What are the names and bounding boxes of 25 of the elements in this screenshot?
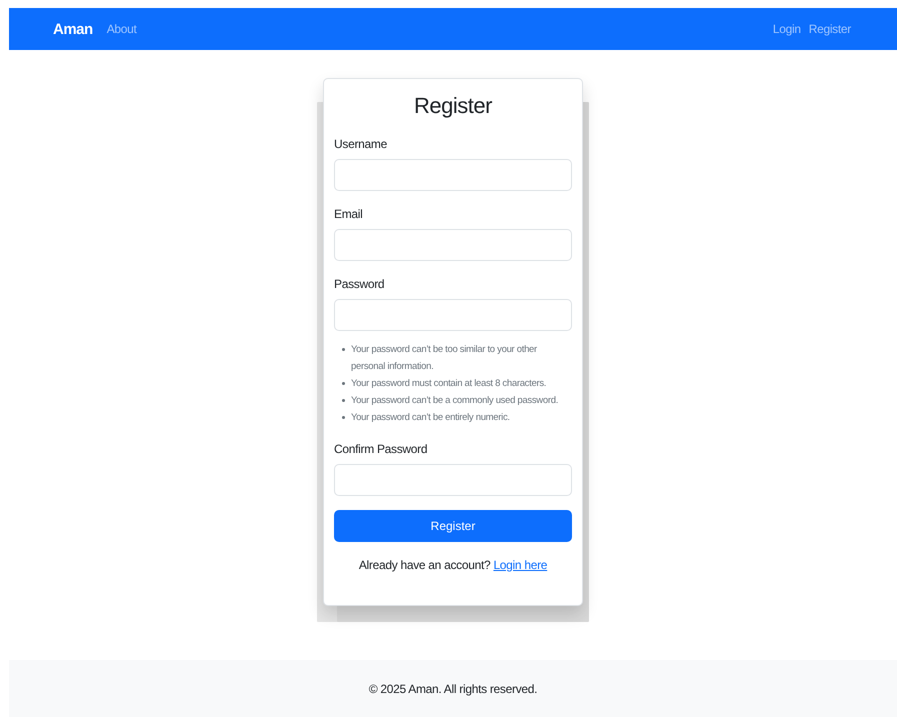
copyright-text: © 2025 Aman. All rights reserved. [368, 682, 538, 696]
bullet-icon [342, 399, 345, 402]
login-link[interactable]: Login here [493, 558, 548, 572]
input-field[interactable] [334, 464, 572, 496]
login-prompt: Already have an account? Login here [358, 558, 548, 572]
password-hint: Your password must contain at least 8 characters. [351, 377, 546, 391]
nav-link[interactable]: About [106, 22, 137, 36]
nav-link[interactable]: Login [772, 22, 801, 36]
brand-link[interactable]: Aman [53, 20, 93, 38]
bullet-icon [342, 382, 345, 385]
input-field[interactable] [334, 229, 572, 261]
bullet-icon [342, 416, 345, 419]
password-hint: Your password can’t be a commonly used password. [351, 394, 558, 408]
password-hint: Your password can’t be too similar to your other personal information. [351, 343, 538, 374]
bullet-icon [342, 348, 345, 351]
nav-link[interactable]: Register [808, 22, 851, 36]
field-label: Password [334, 277, 386, 291]
input-field[interactable] [334, 299, 572, 331]
field-label: Username [334, 137, 388, 151]
field-label: Email [334, 207, 364, 221]
field-label: Confirm Password [334, 442, 428, 456]
form-title: Register [413, 93, 494, 119]
register-button[interactable]: Register [334, 510, 572, 542]
password-hint: Your password can’t be entirely numeric. [351, 411, 510, 425]
input-field[interactable] [334, 159, 572, 191]
